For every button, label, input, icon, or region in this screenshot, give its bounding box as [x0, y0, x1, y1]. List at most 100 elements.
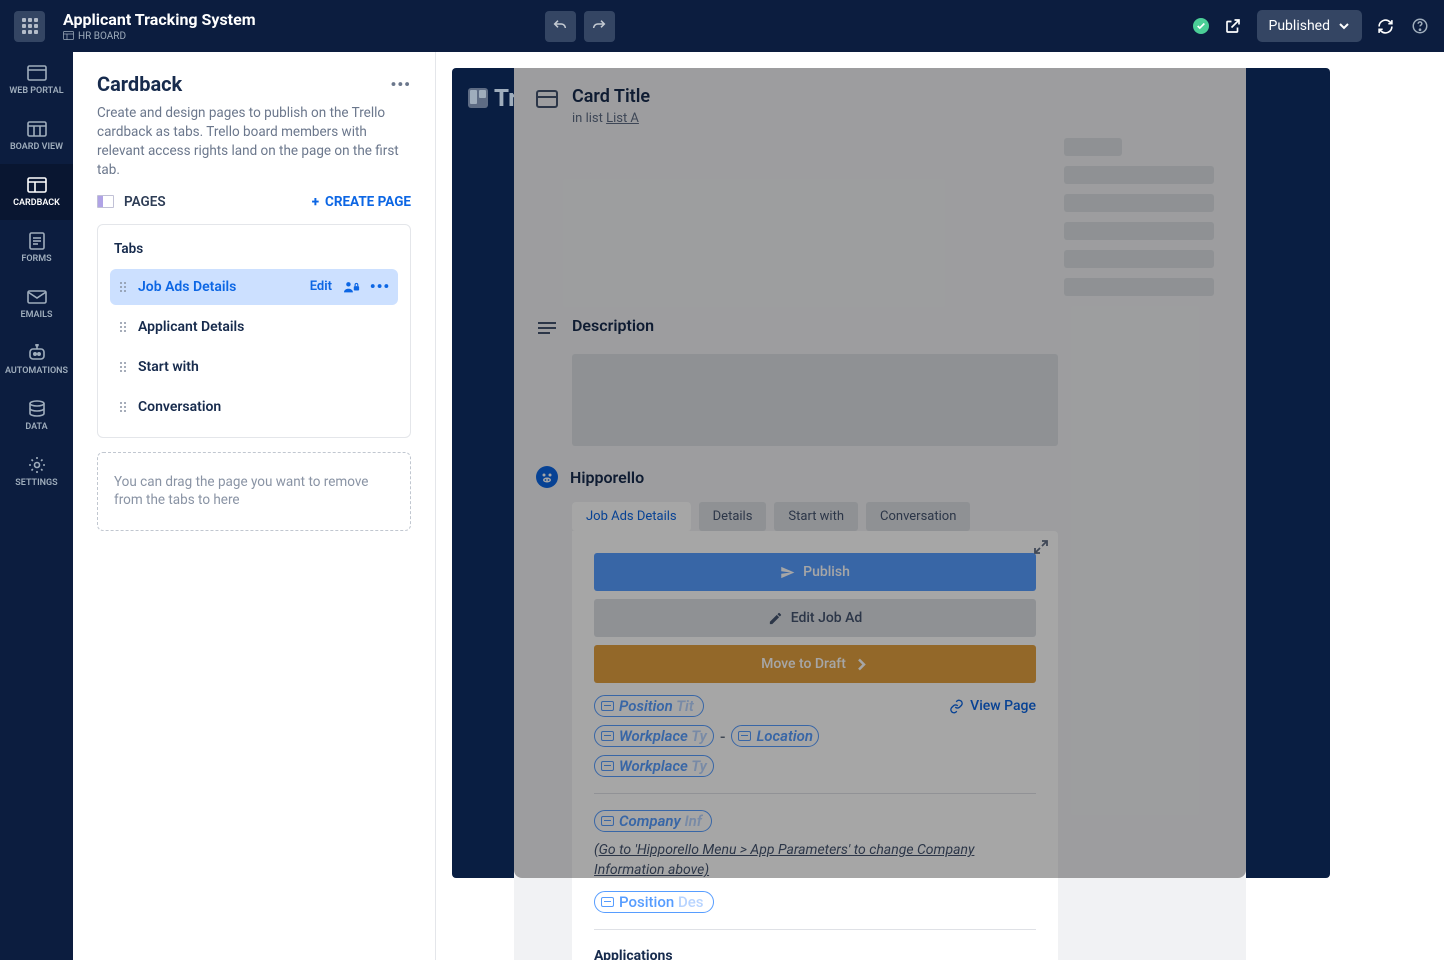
tab-edit-button[interactable]: Edit: [310, 279, 332, 294]
sidebar-header: Cardback ••• Create and design pages to …: [73, 52, 435, 194]
pages-section-header: PAGES + CREATE PAGE: [97, 194, 411, 210]
nav-forms[interactable]: FORMS: [0, 220, 73, 276]
nav-label: EMAILS: [21, 310, 53, 320]
trello-card-modal: Card Title in list List A: [514, 68, 1246, 960]
cardback-panel: Publish Edit Job Ad Move to Draft Positi…: [572, 531, 1058, 960]
robot-icon: [27, 344, 47, 361]
create-page-label: CREATE PAGE: [325, 194, 411, 210]
description-icon: [536, 318, 558, 340]
hipporello-label: Hipporello: [570, 468, 644, 487]
board-icon: [63, 31, 74, 43]
cardback-tab-job-ads[interactable]: Job Ads Details: [572, 502, 691, 531]
token-position-description[interactable]: Position Des: [594, 891, 714, 913]
token-workplace-type[interactable]: Workplace Ty: [594, 725, 714, 747]
cardback-tab-details[interactable]: Details: [699, 502, 767, 531]
description-placeholder: [572, 354, 1058, 446]
nav-label: SETTINGS: [15, 478, 57, 488]
tab-item-conversation[interactable]: Conversation: [110, 389, 398, 425]
separator: -: [720, 727, 725, 746]
sidebar-title: Cardback: [97, 72, 182, 96]
nav-cardback[interactable]: CARDBACK: [0, 164, 73, 220]
board-name: HR BOARD: [78, 31, 126, 42]
tab-item-job-ads-details[interactable]: Job Ads Details Edit •••: [110, 269, 398, 305]
nav-label: WEB PORTAL: [9, 86, 63, 96]
grid-icon: [22, 18, 38, 34]
nav-data[interactable]: DATA: [0, 388, 73, 444]
preview-scroll[interactable]: Trello Card Title: [436, 52, 1444, 960]
pages-icon: [97, 195, 114, 208]
tab-more-button[interactable]: •••: [372, 279, 388, 295]
card-list-line: in list List A: [572, 111, 1050, 126]
divider: [594, 929, 1036, 930]
nav-board-view[interactable]: BOARD VIEW: [0, 108, 73, 164]
tabs-list: Tabs Job Ads Details Edit ••• Applicant …: [97, 224, 411, 438]
chevron-down-icon: [1338, 20, 1350, 32]
publish-status-dropdown[interactable]: Published: [1257, 10, 1362, 42]
nav-emails[interactable]: EMAILS: [0, 276, 73, 332]
history-controls: [545, 11, 615, 42]
mail-icon: [27, 288, 47, 305]
publish-button[interactable]: Publish: [594, 553, 1036, 591]
left-nav: WEB PORTAL BOARD VIEW CARDBACK FORMS EMA…: [0, 52, 73, 960]
move-to-draft-button[interactable]: Move to Draft: [594, 645, 1036, 683]
nav-label: FORMS: [21, 254, 51, 264]
drag-handle-icon[interactable]: [120, 402, 126, 412]
gear-icon: [27, 456, 47, 473]
card-list-link[interactable]: List A: [606, 111, 639, 126]
hipporello-section-header: Hipporello: [536, 466, 1224, 488]
undo-button[interactable]: [545, 11, 576, 42]
cardback-tab-start-with[interactable]: Start with: [774, 502, 858, 531]
token-company-info[interactable]: Company Inf: [594, 810, 712, 832]
tab-label: Conversation: [138, 399, 388, 415]
topbar: Applicant Tracking System HR BOARD Publi…: [0, 0, 1444, 52]
pages-label: PAGES: [124, 194, 166, 210]
skeleton: [1064, 194, 1214, 212]
skeleton: [1064, 222, 1214, 240]
preview-pane: Trello Card Title: [436, 52, 1444, 960]
hipporello-icon: [536, 466, 558, 488]
nav-automations[interactable]: AUTOMATIONS: [0, 332, 73, 388]
skeleton: [1064, 278, 1214, 296]
trello-logo-icon: [468, 88, 488, 108]
view-page-link[interactable]: View Page: [949, 698, 1036, 714]
nav-label: DATA: [25, 422, 47, 432]
permissions-icon[interactable]: [344, 279, 360, 295]
nav-label: CARDBACK: [13, 198, 60, 208]
nav-settings[interactable]: SETTINGS: [0, 444, 73, 500]
expand-panel-button[interactable]: [1034, 539, 1048, 558]
refresh-button[interactable]: [1376, 16, 1396, 36]
app-switcher-button[interactable]: [14, 11, 45, 42]
board-breadcrumb: HR BOARD: [63, 31, 256, 43]
sidebar-more-button[interactable]: •••: [390, 75, 411, 94]
sidebar-description: Create and design pages to publish on th…: [97, 104, 411, 180]
token-workplace-type[interactable]: Workplace Ty: [594, 755, 714, 777]
cardback-tabs: Job Ads Details Details Start with Conve…: [572, 502, 1224, 531]
drag-handle-icon[interactable]: [120, 282, 126, 292]
tab-item-applicant-details[interactable]: Applicant Details: [110, 309, 398, 345]
nav-web-portal[interactable]: WEB PORTAL: [0, 52, 73, 108]
open-external-button[interactable]: [1223, 16, 1243, 36]
sidebar-content: PAGES + CREATE PAGE Tabs Job Ads Details…: [73, 194, 435, 960]
cardback-icon: [27, 176, 47, 193]
edit-job-ad-button[interactable]: Edit Job Ad: [594, 599, 1036, 637]
card-sidebar-placeholders: [1064, 138, 1224, 296]
tab-label: Job Ads Details: [138, 279, 298, 295]
tab-item-start-with[interactable]: Start with: [110, 349, 398, 385]
create-page-button[interactable]: + CREATE PAGE: [312, 194, 411, 210]
tab-label: Applicant Details: [138, 319, 388, 335]
database-icon: [27, 400, 47, 417]
tab-label: Start with: [138, 359, 388, 375]
skeleton: [1064, 166, 1214, 184]
topbar-right: Published: [1193, 10, 1430, 42]
help-button[interactable]: [1410, 16, 1430, 36]
divider: [594, 793, 1036, 794]
trello-preview-frame: Trello Card Title: [452, 68, 1330, 878]
drag-handle-icon[interactable]: [120, 322, 126, 332]
cardback-tab-conversation[interactable]: Conversation: [866, 502, 970, 531]
token-position-title[interactable]: Position Tit: [594, 695, 704, 717]
redo-button[interactable]: [584, 11, 615, 42]
token-location[interactable]: Location: [731, 725, 819, 747]
drag-handle-icon[interactable]: [120, 362, 126, 372]
remove-tab-dropzone[interactable]: You can drag the page you want to remove…: [97, 452, 411, 532]
board-icon: [27, 120, 47, 137]
